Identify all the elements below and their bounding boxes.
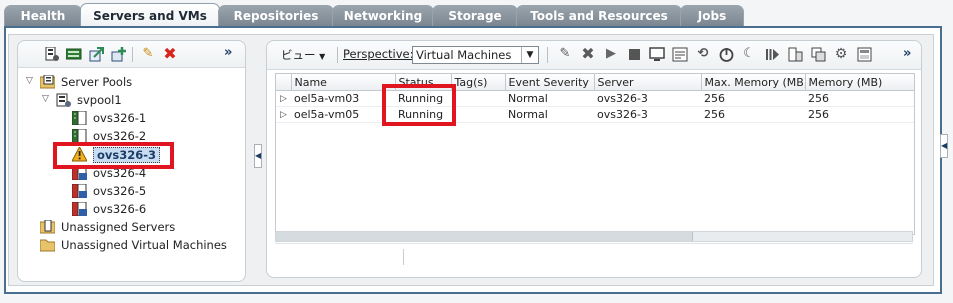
navigation-toolbar: ✎ ✖ » [18, 41, 245, 68]
expand-collapse-icon[interactable]: ▽ [26, 76, 33, 86]
server-stopped-icon [71, 183, 87, 199]
tab-storage[interactable]: Storage [432, 5, 518, 26]
tab-tools-and-resources[interactable]: Tools and Resources [516, 5, 682, 26]
toolbar-overflow-button[interactable]: » [224, 45, 232, 60]
cell-max-memory: 256 [701, 90, 805, 107]
server-pool-icon [56, 93, 71, 107]
stop-icon[interactable] [626, 46, 642, 62]
column-header-event-severity[interactable]: Event Severity [505, 74, 595, 91]
column-header-max-memory[interactable]: Max. Memory (MB) [701, 74, 806, 91]
server-running-icon [71, 128, 87, 144]
tree-item-server[interactable]: ovs326-4 [71, 165, 146, 182]
column-header-memory[interactable]: Memory (MB) [805, 74, 914, 91]
edit-pencil-icon[interactable]: ✎ [140, 46, 156, 62]
column-header-name[interactable]: Name [291, 74, 396, 91]
view-menu[interactable]: ビュー ▼ [281, 47, 325, 63]
tree-item-server[interactable]: ovs326-5 [71, 183, 146, 200]
cell-max-memory: 256 [701, 106, 805, 123]
kill-icon[interactable] [718, 46, 734, 62]
cell-status: Running [395, 90, 451, 107]
delete-x-icon[interactable]: ✖ [162, 46, 178, 62]
chevron-down-icon: ▼ [521, 47, 538, 63]
cell-tags [451, 106, 505, 123]
tree-item-server[interactable]: ovs326-6 [71, 201, 146, 218]
create-vm-icon[interactable] [88, 46, 104, 62]
cell-server: ovs326-3 [594, 106, 701, 123]
navigation-panel: ✎ ✖ » ▽ Server Pools ▽ svpool1 ovs326-1 … [17, 40, 246, 282]
collapse-right-panel-button[interactable]: ◀ [940, 134, 948, 158]
edit-pencil-icon[interactable]: ✎ [557, 46, 573, 62]
tree-item-svpool1[interactable]: svpool1 [56, 92, 122, 109]
server-stopped-icon [71, 165, 87, 181]
cell-name: oel5a-vm05 [291, 106, 395, 123]
table-footer [275, 243, 913, 270]
collapse-navigation-button[interactable]: ◀ [254, 144, 262, 168]
toolbar-separator [132, 47, 133, 62]
tree-item-server-selected[interactable]: ovs326-3 [71, 145, 161, 164]
perspective-label: Perspective: [343, 47, 414, 61]
folder-icon [39, 238, 56, 252]
column-header-status[interactable]: Status [395, 74, 452, 91]
management-toolbar: ビュー ▼ Perspective: Virtual Machines ▼ ✎ … [267, 41, 921, 70]
migrate-icon[interactable] [787, 46, 803, 62]
clone-icon[interactable] [810, 46, 826, 62]
server-warning-icon [71, 145, 88, 162]
table-row[interactable]: ▷ oel5a-vm03 Running Normal ovs326-3 256… [276, 90, 914, 107]
tree-item-server[interactable]: ovs326-2 [71, 128, 146, 145]
serial-console-icon[interactable] [672, 46, 688, 62]
vm-table-container: Name Status Tag(s) Event Severity Server… [275, 73, 915, 235]
delete-x-icon[interactable]: ✖ [580, 46, 596, 62]
toolbar-separator [547, 47, 548, 63]
table-row[interactable]: ▷ oel5a-vm05 Running Normal ovs326-3 256… [276, 106, 914, 123]
start-icon[interactable]: ▶ [603, 46, 619, 62]
console-icon[interactable] [649, 46, 665, 62]
column-header-server[interactable]: Server [594, 74, 702, 91]
server-pools-folder-icon [39, 74, 56, 89]
tree-item-server-pools[interactable]: Server Pools [39, 74, 132, 91]
tab-jobs[interactable]: Jobs [680, 5, 744, 26]
tree-item-unassigned-servers[interactable]: Unassigned Servers [39, 219, 175, 236]
import-icon[interactable] [110, 46, 126, 62]
resume-icon[interactable] [764, 46, 780, 62]
unassigned-servers-folder-icon [39, 219, 56, 234]
management-pane: ビュー ▼ Perspective: Virtual Machines ▼ ✎ … [266, 40, 922, 278]
expand-collapse-icon[interactable]: ▽ [42, 94, 49, 104]
server-stopped-icon [71, 201, 87, 217]
horizontal-scrollbar[interactable] [275, 231, 913, 242]
discover-server-icon[interactable] [66, 46, 82, 62]
cell-tags [451, 90, 505, 107]
tab-repositories[interactable]: Repositories [218, 5, 334, 26]
cell-server: ovs326-3 [594, 90, 701, 107]
vm-table: Name Status Tag(s) Event Severity Server… [276, 74, 914, 123]
tab-servers-and-vms[interactable]: Servers and VMs [80, 3, 220, 27]
cell-status: Running [395, 106, 451, 123]
server-pool-icon[interactable] [44, 46, 60, 62]
table-header-row: Name Status Tag(s) Event Severity Server… [276, 74, 914, 91]
restart-icon[interactable]: ⟲ [695, 46, 711, 62]
row-expand-icon[interactable]: ▷ [276, 106, 291, 123]
footer-divider [403, 249, 404, 265]
row-expand-icon[interactable]: ▷ [276, 90, 291, 107]
toolbar-overflow-button[interactable]: » [903, 46, 911, 61]
column-header-expand [276, 74, 292, 91]
perspective-select[interactable]: Virtual Machines ▼ [412, 46, 539, 64]
dropdown-arrow-icon: ▼ [319, 52, 326, 61]
scrollbar-thumb[interactable] [276, 232, 693, 241]
tab-networking[interactable]: Networking [332, 5, 434, 26]
cell-event-severity: Normal [505, 90, 594, 107]
template-icon[interactable] [856, 46, 872, 62]
column-header-tags[interactable]: Tag(s) [451, 74, 506, 91]
tree-item-server[interactable]: ovs326-1 [71, 110, 146, 127]
cell-memory: 256 [805, 106, 914, 123]
suspend-icon[interactable]: ☾ [741, 46, 757, 62]
tab-health[interactable]: Health [4, 5, 82, 26]
settings-icon[interactable]: ⚙ [833, 46, 849, 62]
cell-name: oel5a-vm03 [291, 90, 395, 107]
cell-memory: 256 [805, 90, 914, 107]
tree-item-unassigned-vms[interactable]: Unassigned Virtual Machines [39, 237, 227, 254]
toolbar-separator [337, 47, 338, 63]
cell-event-severity: Normal [505, 106, 594, 123]
server-running-icon [71, 110, 87, 126]
main-tab-bar: Health Servers and VMs Repositories Netw… [0, 0, 953, 27]
